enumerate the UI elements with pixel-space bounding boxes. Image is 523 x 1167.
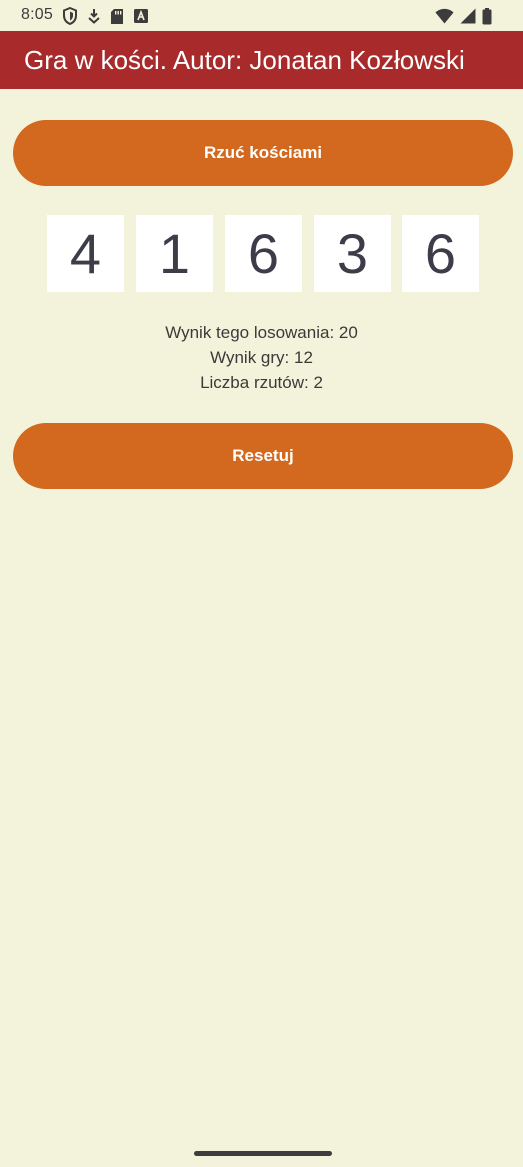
sd-card-icon (111, 8, 123, 24)
die-3: 6 (225, 215, 302, 292)
results-panel: Wynik tego losowania: 20 Wynik gry: 12 L… (0, 320, 523, 395)
die-5: 6 (402, 215, 479, 292)
home-indicator[interactable] (194, 1151, 332, 1156)
reset-button[interactable]: Resetuj (13, 423, 513, 489)
die-4: 3 (314, 215, 391, 292)
roll-dice-button[interactable]: Rzuć kościami (13, 120, 513, 186)
app-bar: Gra w kości. Autor: Jonatan Kozłowski (0, 31, 523, 89)
status-icons-left (62, 7, 148, 25)
app-title: Gra w kości. Autor: Jonatan Kozłowski (24, 45, 465, 75)
status-bar: 8:05 (0, 0, 523, 31)
dice-row: 4 1 6 3 6 (47, 215, 479, 292)
die-2: 1 (136, 215, 213, 292)
game-score-text: Wynik gry: 12 (210, 348, 313, 367)
wifi-icon (435, 8, 454, 24)
shield-icon (63, 7, 77, 25)
roll-score-text: Wynik tego losowania: 20 (165, 323, 358, 342)
status-time: 8:05 (21, 6, 53, 23)
signal-icon (460, 8, 476, 24)
status-icons-right (435, 7, 492, 25)
battery-icon (482, 7, 492, 24)
roll-count-text: Liczba rzutów: 2 (200, 373, 323, 392)
download-icon (88, 9, 100, 24)
font-a-icon (134, 9, 148, 23)
die-1: 4 (47, 215, 124, 292)
